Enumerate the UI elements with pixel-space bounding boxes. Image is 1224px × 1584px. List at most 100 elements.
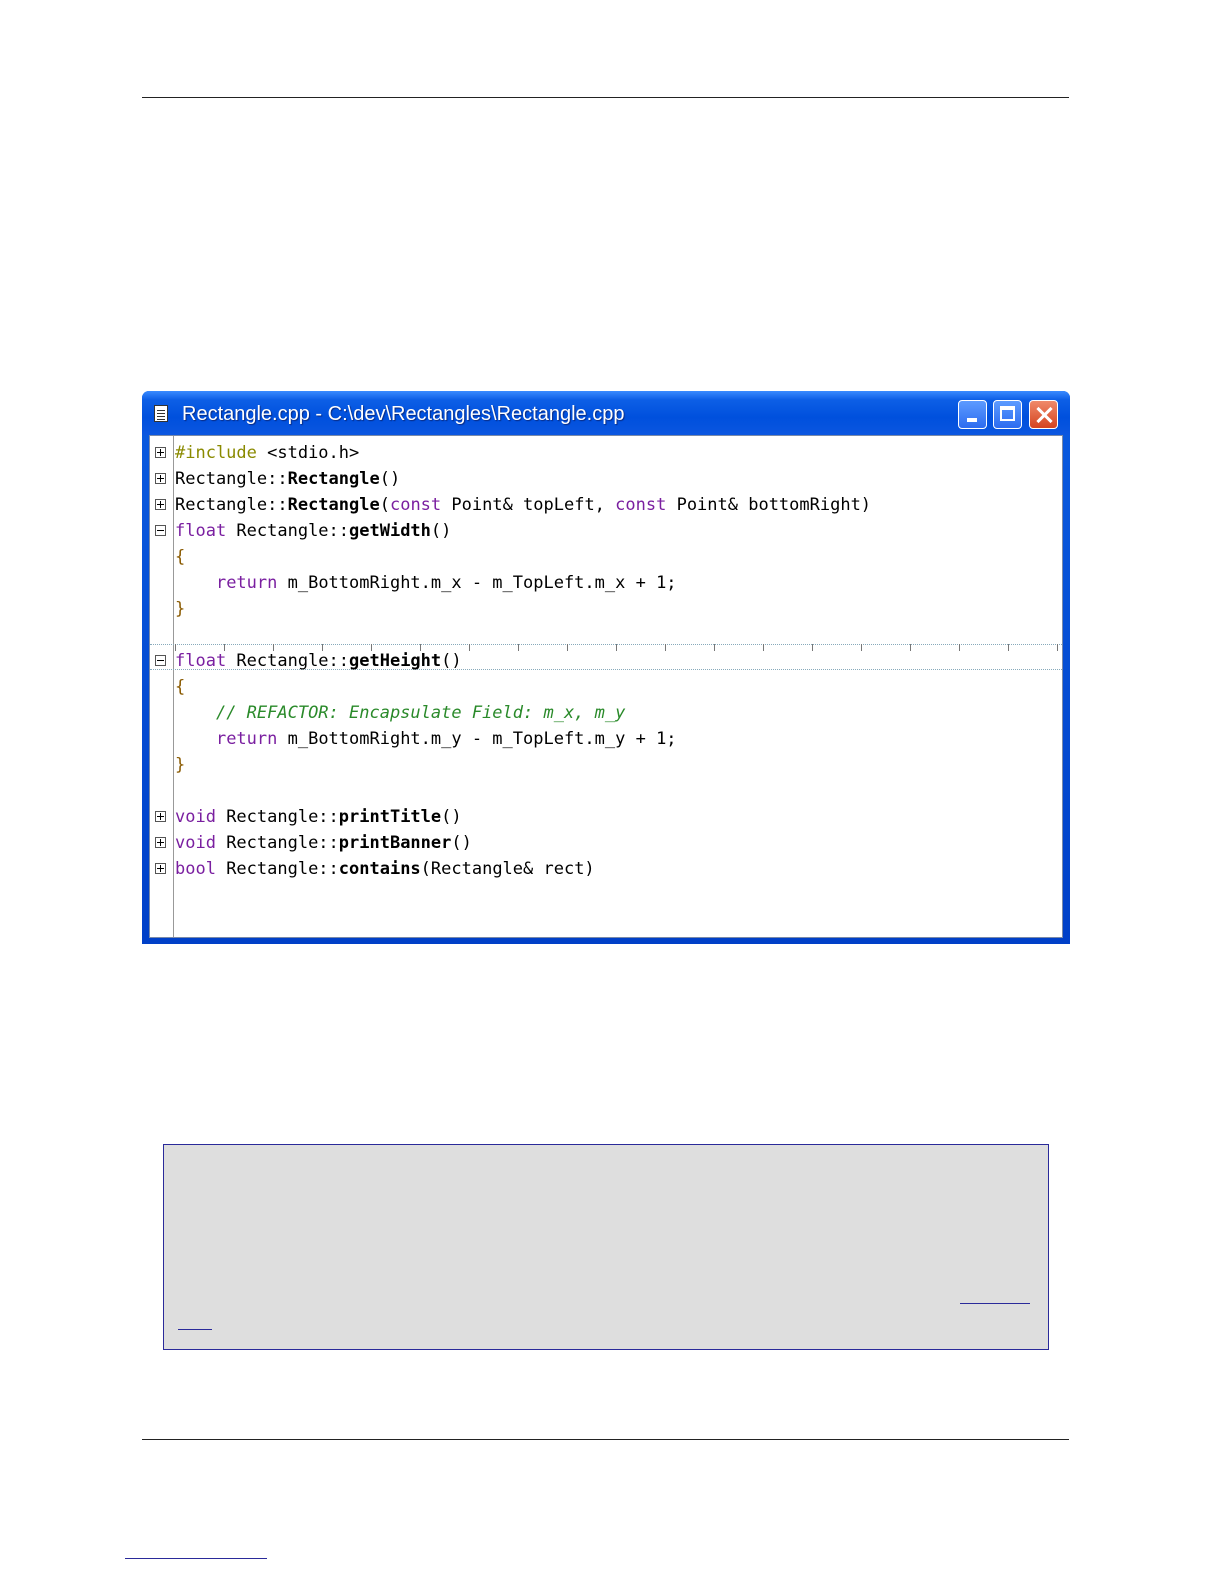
- ruler-tick: [273, 644, 274, 651]
- code-token: Rectangle::: [226, 651, 350, 671]
- code-token: Rectangle: [287, 495, 380, 515]
- code-line[interactable]: void Rectangle::printBanner(): [175, 830, 472, 856]
- code-line[interactable]: float Rectangle::getHeight(): [175, 648, 462, 674]
- ruler-tick: [714, 644, 715, 651]
- ruler-tick: [959, 644, 960, 651]
- ruler-tick: [567, 644, 568, 651]
- code-token: getHeight: [349, 651, 442, 671]
- ruler-tick: [518, 644, 519, 651]
- ruler-tick: [175, 644, 176, 651]
- function-separator: [150, 644, 1062, 645]
- code-token: Rectangle::: [215, 833, 339, 853]
- code-line[interactable]: bool Rectangle::contains(Rectangle& rect…: [175, 856, 595, 882]
- code-token: Rectangle::: [215, 807, 339, 827]
- expand-icon[interactable]: [155, 863, 166, 874]
- ruler-tick: [910, 644, 911, 651]
- expand-icon[interactable]: [155, 811, 166, 822]
- footnote-rule: [125, 1558, 267, 1559]
- code-token: Rectangle::: [226, 521, 350, 541]
- code-token: Rectangle::: [175, 495, 288, 515]
- code-line[interactable]: Rectangle::Rectangle(const Point& topLef…: [175, 492, 871, 518]
- code-token: (): [430, 521, 452, 541]
- code-token: float: [175, 521, 227, 541]
- code-token: float: [175, 651, 227, 671]
- ruler-tick: [1057, 644, 1058, 651]
- link-underline[interactable]: [178, 1329, 212, 1330]
- code-token: const: [389, 495, 442, 515]
- ruler-tick: [1008, 644, 1009, 651]
- header-rule: [142, 97, 1069, 98]
- code-token: void: [175, 807, 216, 827]
- code-line[interactable]: void Rectangle::printTitle(): [175, 804, 462, 830]
- code-token: (): [441, 651, 462, 671]
- code-token: bool: [175, 859, 216, 879]
- code-line[interactable]: float Rectangle::getWidth(): [175, 518, 451, 544]
- editor-window[interactable]: Rectangle.cpp - C:\dev\Rectangles\Rectan…: [142, 391, 1070, 944]
- code-line[interactable]: Rectangle::Rectangle(): [175, 466, 400, 492]
- code-line[interactable]: #include <stdio.h>: [175, 440, 359, 466]
- close-button[interactable]: [1029, 400, 1058, 429]
- code-line[interactable]: return m_BottomRight.m_x - m_TopLeft.m_x…: [175, 570, 677, 596]
- ruler-tick: [616, 644, 617, 651]
- code-token: void: [175, 833, 216, 853]
- code-token: contains: [338, 859, 421, 879]
- code-token: printTitle: [338, 807, 442, 827]
- code-token: // REFACTOR: Encapsulate Field: m_x, m_y: [215, 703, 626, 723]
- ruler-tick: [763, 644, 764, 651]
- code-line[interactable]: {: [175, 674, 185, 700]
- collapse-icon[interactable]: [155, 655, 166, 666]
- code-editor[interactable]: #include <stdio.h> Rectangle::Rectangle()…: [149, 435, 1063, 938]
- code-token: return: [215, 573, 278, 593]
- title-bar[interactable]: Rectangle.cpp - C:\dev\Rectangles\Rectan…: [142, 391, 1070, 435]
- code-token: Point& bottomRight): [666, 495, 872, 515]
- code-token: return: [215, 729, 278, 749]
- code-token: const: [615, 495, 667, 515]
- ruler-tick: [812, 644, 813, 651]
- footer-rule: [142, 1439, 1069, 1440]
- minimize-button[interactable]: [958, 400, 987, 429]
- code-token: }: [175, 599, 186, 619]
- ruler-tick: [861, 644, 862, 651]
- code-line[interactable]: }: [175, 596, 185, 622]
- expand-icon[interactable]: [155, 447, 166, 458]
- code-line[interactable]: }: [175, 752, 185, 778]
- code-token: #include: [175, 443, 257, 463]
- code-token: (: [379, 495, 390, 515]
- maximize-button[interactable]: [993, 400, 1022, 429]
- code-token: }: [175, 755, 186, 775]
- code-token: Point& topLeft,: [441, 495, 616, 515]
- code-line[interactable]: // REFACTOR: Encapsulate Field: m_x, m_y: [175, 700, 625, 726]
- ruler-tick: [469, 644, 470, 651]
- ruler-tick: [420, 644, 421, 651]
- code-line[interactable]: {: [175, 544, 185, 570]
- code-token: printBanner: [338, 833, 452, 853]
- code-token: (): [451, 833, 472, 853]
- code-token: getWidth: [349, 521, 431, 541]
- expand-icon[interactable]: [155, 837, 166, 848]
- expand-icon[interactable]: [155, 473, 166, 484]
- code-token: (): [441, 807, 462, 827]
- code-token: m_BottomRight.m_y - m_TopLeft.m_y + 1;: [277, 729, 677, 749]
- code-token: Rectangle: [287, 469, 380, 489]
- document-icon: [154, 405, 168, 422]
- code-token: (Rectangle& rect): [420, 859, 595, 879]
- code-token: Rectangle::: [175, 469, 288, 489]
- expand-icon[interactable]: [155, 499, 166, 510]
- ruler-tick: [322, 644, 323, 651]
- ruler-tick: [371, 644, 372, 651]
- code-token: (): [379, 469, 401, 489]
- code-token: Rectangle::: [215, 859, 339, 879]
- ruler-tick: [224, 644, 225, 651]
- collapse-icon[interactable]: [155, 525, 166, 536]
- fold-gutter: [173, 436, 174, 937]
- code-token: {: [175, 677, 186, 697]
- link-underline[interactable]: [960, 1303, 1030, 1304]
- window-title: Rectangle.cpp - C:\dev\Rectangles\Rectan…: [182, 403, 625, 425]
- code-token: m_BottomRight.m_x - m_TopLeft.m_x + 1;: [277, 573, 677, 593]
- code-line[interactable]: return m_BottomRight.m_y - m_TopLeft.m_y…: [175, 726, 677, 752]
- note-box: [163, 1144, 1049, 1350]
- ruler-tick: [665, 644, 666, 651]
